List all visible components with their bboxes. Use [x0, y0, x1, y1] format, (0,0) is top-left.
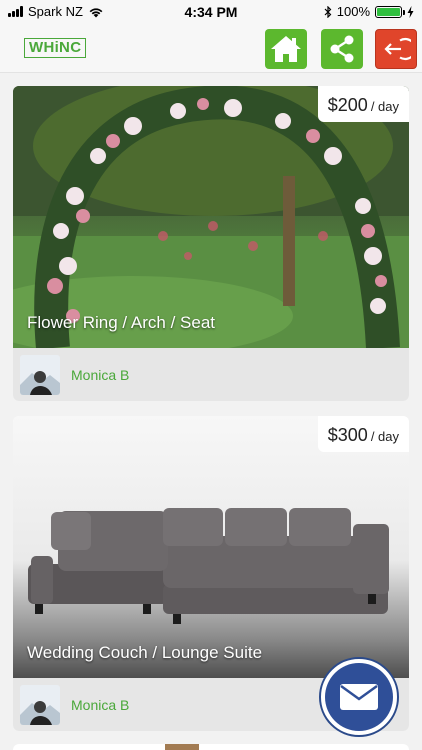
avatar[interactable]	[20, 355, 60, 395]
logo[interactable]: WHiNC	[24, 38, 87, 58]
app-header: WHiNC	[0, 24, 422, 73]
listing-title: Flower Ring / Arch / Seat	[27, 313, 216, 332]
mail-icon	[340, 684, 378, 710]
home-icon	[271, 36, 301, 62]
status-right: 100%	[324, 4, 414, 19]
charging-icon	[407, 5, 414, 18]
listing-image-peek	[165, 744, 199, 750]
price-amount: $300	[327, 425, 368, 445]
listing-card[interactable]: $200/ day Flower Ring / Arch / Seat Moni…	[13, 86, 409, 401]
flower-arch-illustration	[13, 86, 409, 348]
listing-card-peek[interactable]	[13, 744, 409, 750]
price-tag: $300/ day	[317, 416, 409, 452]
couch-photo	[13, 416, 409, 678]
listing-image[interactable]: $200/ day Flower Ring / Arch / Seat	[13, 86, 409, 348]
battery-fill	[377, 7, 400, 16]
avatar[interactable]	[20, 685, 60, 725]
avatar-image	[20, 685, 60, 725]
avatar-image	[20, 355, 60, 395]
couch-illustration	[28, 508, 389, 624]
listing-image[interactable]: $300/ day Wedding Couch / Lounge Suite	[13, 416, 409, 678]
owner-name[interactable]: Monica B	[71, 367, 129, 383]
share-icon	[330, 35, 354, 63]
battery-icon	[375, 5, 405, 18]
listing-footer[interactable]: Monica B	[13, 348, 409, 401]
message-button[interactable]	[319, 657, 399, 737]
logout-icon	[384, 37, 411, 61]
listing-title: Wedding Couch / Lounge Suite	[27, 643, 263, 662]
share-button[interactable]	[321, 29, 363, 69]
price-amount: $200	[327, 95, 368, 115]
battery-percent: 100%	[336, 4, 370, 19]
flower-arch-photo	[13, 86, 409, 348]
message-button-inner	[325, 663, 393, 731]
price-unit: / day	[370, 99, 399, 114]
price-tag: $200/ day	[317, 86, 409, 122]
price-unit: / day	[370, 429, 399, 444]
logout-button[interactable]	[375, 29, 417, 69]
home-button[interactable]	[265, 29, 307, 69]
owner-name[interactable]: Monica B	[71, 697, 129, 713]
status-bar: Spark NZ 4:34 PM 100%	[0, 0, 422, 24]
bluetooth-icon	[324, 5, 332, 18]
